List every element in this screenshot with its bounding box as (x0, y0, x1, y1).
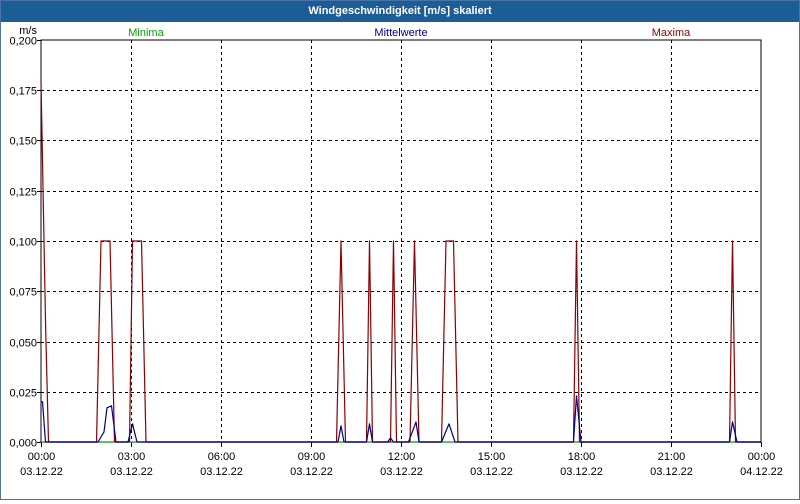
x-tick-date-label: 03.12.22 (470, 466, 513, 478)
x-tick-time-label: 00:00 (748, 451, 776, 463)
x-tick-date-label: 04.12.22 (740, 466, 783, 478)
chart-window: Windgeschwindigkeit [m/s] skaliert 0,000… (0, 0, 800, 500)
x-tick-date-label: 03.12.22 (110, 466, 153, 478)
y-tick-label: 0,175 (9, 86, 37, 98)
x-tick-date-label: 03.12.22 (290, 466, 333, 478)
x-tick-date-label: 03.12.22 (380, 466, 423, 478)
window-title: Windgeschwindigkeit [m/s] skaliert (1, 1, 799, 22)
legend-label-mittelwerte: Mittelwerte (374, 27, 427, 39)
y-tick-label: 0,000 (9, 438, 37, 450)
legend-label-maxima: Maxima (652, 27, 691, 39)
chart-area: 0,000 0,025 0,050 0,075 0,100 0,125 0,150 0,175… (1, 22, 799, 499)
x-tick-time-label: 06:00 (208, 451, 236, 463)
y-tick-label: 0,025 (9, 388, 37, 400)
wind-speed-chart: 0,000 0,025 0,050 0,075 0,100 0,125 0,150 0,175… (9, 25, 783, 478)
y-tick-label: 0,075 (9, 287, 37, 299)
x-tick-date-label: 03.12.22 (20, 466, 63, 478)
x-tick-date-label: 03.12.22 (650, 466, 693, 478)
x-tick-date-label: 03.12.22 (560, 466, 603, 478)
y-tick-label: 0,050 (9, 338, 37, 350)
y-tick-label: 0,200 (9, 36, 37, 48)
y-tick-label: 0,100 (9, 237, 37, 249)
y-tick-label: 0,125 (9, 187, 37, 199)
x-tick-time-label: 03:00 (118, 451, 146, 463)
y-tick-label: 0,150 (9, 136, 37, 148)
legend-label-minima: Minima (128, 27, 164, 39)
x-tick-date-label: 03.12.22 (200, 466, 243, 478)
x-tick-time-label: 15:00 (478, 451, 506, 463)
x-tick-time-label: 12:00 (388, 451, 416, 463)
y-axis-label: m/s (19, 25, 37, 37)
x-tick-time-label: 00:00 (28, 451, 56, 463)
x-tick-time-label: 09:00 (298, 451, 326, 463)
x-tick-time-label: 21:00 (658, 451, 686, 463)
x-tick-time-label: 18:00 (568, 451, 596, 463)
